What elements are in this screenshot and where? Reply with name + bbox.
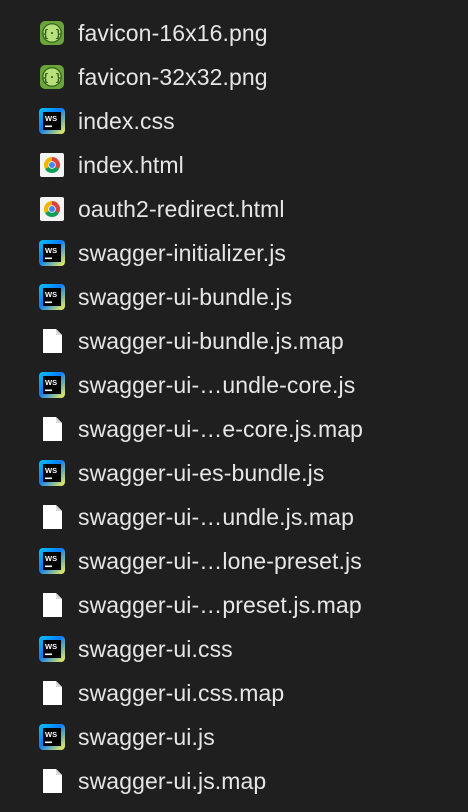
svg-text:{·}: {·}	[43, 72, 62, 84]
svg-text:WS: WS	[45, 554, 57, 563]
file-item[interactable]: WS swagger-ui-…undle-core.js	[0, 363, 468, 407]
file-item[interactable]: WS swagger-ui.js	[0, 715, 468, 759]
file-item[interactable]: index.html	[0, 143, 468, 187]
svg-text:{·}: {·}	[43, 28, 62, 40]
svg-text:WS: WS	[45, 290, 57, 299]
webstorm-icon: WS	[38, 283, 66, 311]
file-name: swagger-ui-es-bundle.js	[78, 459, 325, 486]
png-icon: {·}	[38, 19, 66, 47]
file-item[interactable]: swagger-ui.js.map	[0, 759, 468, 803]
document-icon	[38, 679, 66, 707]
file-name: favicon-16x16.png	[78, 19, 268, 46]
file-item[interactable]: swagger-ui-…preset.js.map	[0, 583, 468, 627]
file-name: swagger-ui.css	[78, 635, 233, 662]
file-item[interactable]: oauth2-redirect.html	[0, 187, 468, 231]
file-item[interactable]: swagger-ui-…undle.js.map	[0, 495, 468, 539]
document-icon	[38, 591, 66, 619]
webstorm-icon: WS	[38, 547, 66, 575]
document-icon	[38, 415, 66, 443]
file-name: swagger-ui-…undle-core.js	[78, 371, 356, 398]
file-item[interactable]: WS swagger-ui-es-bundle.js	[0, 451, 468, 495]
file-name: swagger-ui-…preset.js.map	[78, 591, 362, 618]
file-item[interactable]: swagger-ui-bundle.js.map	[0, 319, 468, 363]
document-icon	[38, 767, 66, 795]
svg-text:WS: WS	[45, 114, 57, 123]
webstorm-icon: WS	[38, 723, 66, 751]
webstorm-icon: WS	[38, 459, 66, 487]
file-name: swagger-ui-bundle.js	[78, 283, 293, 310]
svg-text:WS: WS	[45, 730, 57, 739]
file-name: swagger-ui.js.map	[78, 767, 267, 794]
file-item[interactable]: WS swagger-ui-…lone-preset.js	[0, 539, 468, 583]
file-item[interactable]: swagger-ui-…e-core.js.map	[0, 407, 468, 451]
svg-text:WS: WS	[45, 642, 57, 651]
file-item[interactable]: WS swagger-ui-bundle.js	[0, 275, 468, 319]
webstorm-icon: WS	[38, 635, 66, 663]
svg-text:WS: WS	[45, 378, 57, 387]
file-name: swagger-ui-bundle.js.map	[78, 327, 344, 354]
file-item[interactable]: WS swagger-initializer.js	[0, 231, 468, 275]
file-item[interactable]: WS swagger-ui.css	[0, 627, 468, 671]
png-icon: {·}	[38, 63, 66, 91]
file-item[interactable]: {·} favicon-16x16.png	[0, 11, 468, 55]
file-name: swagger-ui-…e-core.js.map	[78, 415, 363, 442]
chrome-icon	[38, 195, 66, 223]
file-name: swagger-initializer.js	[78, 239, 286, 266]
file-name: swagger-ui.css.map	[78, 679, 285, 706]
file-name: index.css	[78, 107, 175, 134]
file-item[interactable]: {·} favicon-32x32.png	[0, 55, 468, 99]
file-name: swagger-ui.js	[78, 723, 215, 750]
file-name: swagger-ui-…lone-preset.js	[78, 547, 362, 574]
file-list: {·} favicon-16x16.png {·} favicon-32x32.png…	[0, 0, 468, 812]
document-icon	[38, 503, 66, 531]
file-name: index.html	[78, 151, 184, 178]
webstorm-icon: WS	[38, 107, 66, 135]
webstorm-icon: WS	[38, 371, 66, 399]
file-name: oauth2-redirect.html	[78, 195, 285, 222]
svg-text:WS: WS	[45, 466, 57, 475]
file-item[interactable]: swagger-ui.css.map	[0, 671, 468, 715]
file-name: favicon-32x32.png	[78, 63, 268, 90]
file-name: swagger-ui-…undle.js.map	[78, 503, 354, 530]
webstorm-icon: WS	[38, 239, 66, 267]
file-item[interactable]: WS index.css	[0, 99, 468, 143]
chrome-icon	[38, 151, 66, 179]
document-icon	[38, 327, 66, 355]
svg-text:WS: WS	[45, 246, 57, 255]
